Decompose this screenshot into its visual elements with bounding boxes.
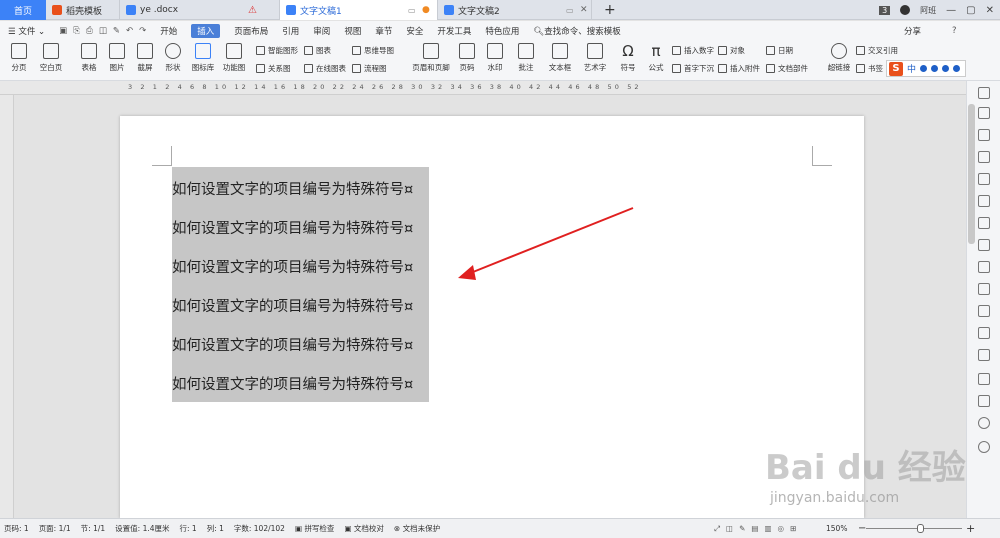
protection-status[interactable]: ⊗ 文档未保护 bbox=[394, 523, 440, 534]
zoom-slider[interactable] bbox=[866, 528, 962, 529]
layers-icon[interactable] bbox=[978, 283, 990, 295]
proofread-icon: ▣ bbox=[344, 524, 354, 533]
network-icon[interactable] bbox=[978, 327, 990, 339]
shapes-icon[interactable] bbox=[978, 151, 990, 163]
watermark-url: jingyan.baidu.com bbox=[770, 490, 900, 506]
history-icon[interactable] bbox=[978, 417, 990, 429]
section-status[interactable]: 节: 1/1 bbox=[81, 523, 105, 534]
picture-icon[interactable] bbox=[978, 373, 990, 385]
collapse-icon[interactable] bbox=[978, 87, 990, 99]
list-icon[interactable] bbox=[978, 349, 990, 361]
shield-icon: ⊗ bbox=[393, 524, 403, 533]
setting-status[interactable]: 设置值: 1.4厘米 bbox=[115, 523, 169, 534]
spell-check-button[interactable]: ▣ 拼写检查 bbox=[295, 523, 334, 534]
table-icon[interactable] bbox=[978, 195, 990, 207]
spell-check-icon: ▣ bbox=[294, 524, 305, 533]
word-count[interactable]: 字数: 102/102 bbox=[234, 523, 285, 534]
vertical-scrollbar[interactable] bbox=[968, 104, 975, 244]
pen-icon[interactable] bbox=[978, 107, 990, 119]
zoom-in-icon[interactable]: + bbox=[966, 522, 975, 535]
cursor-icon[interactable] bbox=[978, 129, 990, 141]
view-mode-icons[interactable]: ⤢◫✎▤▥◎⊞ bbox=[714, 524, 802, 534]
crop-icon[interactable] bbox=[978, 173, 990, 185]
status-bar: 页码: 1 页面: 1/1 节: 1/1 设置值: 1.4厘米 行: 1 列: … bbox=[0, 518, 1000, 538]
page-number-status[interactable]: 页码: 1 bbox=[4, 523, 29, 534]
share-out-icon[interactable] bbox=[978, 305, 990, 317]
zoom-level[interactable]: 150% bbox=[826, 524, 847, 533]
row-status[interactable]: 行: 1 bbox=[180, 523, 197, 534]
chart-icon[interactable] bbox=[978, 217, 990, 229]
pages-status[interactable]: 页面: 1/1 bbox=[39, 523, 71, 534]
zoom-slider-knob[interactable] bbox=[917, 524, 924, 533]
image-icon[interactable] bbox=[978, 261, 990, 273]
align-icon[interactable] bbox=[978, 239, 990, 251]
col-status[interactable]: 列: 1 bbox=[207, 523, 224, 534]
proofread-button[interactable]: ▣ 文档校对 bbox=[344, 523, 383, 534]
watermark-brand: Bai du 经验 bbox=[765, 448, 966, 488]
help-icon[interactable] bbox=[978, 441, 990, 453]
database-icon[interactable] bbox=[978, 395, 990, 407]
